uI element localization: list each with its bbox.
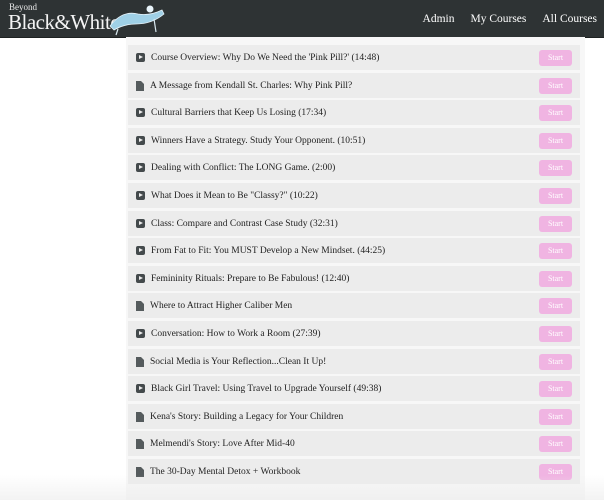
top-navigation-bar: Beyond Black&White Admin My Courses All … <box>0 0 604 38</box>
play-icon <box>136 136 145 145</box>
start-button[interactable]: Start <box>539 187 572 204</box>
lesson-title[interactable]: Dealing with Conflict: The LONG Game. (2… <box>151 163 539 173</box>
lesson-title[interactable]: Black Girl Travel: Using Travel to Upgra… <box>151 384 539 394</box>
start-button[interactable]: Start <box>539 270 572 287</box>
logo-wordmark: Black&White <box>8 10 120 34</box>
lesson-row[interactable]: Femininity Rituals: Prepare to Be Fabulo… <box>128 266 580 291</box>
lesson-title[interactable]: Kena's Story: Building a Legacy for Your… <box>150 412 539 422</box>
start-button[interactable]: Start <box>539 435 572 452</box>
document-icon <box>136 411 144 422</box>
nav-my-courses[interactable]: My Courses <box>470 13 526 25</box>
start-button[interactable]: Start <box>539 325 572 342</box>
lesson-title[interactable]: Class: Compare and Contrast Case Study (… <box>151 219 539 229</box>
site-logo[interactable]: Beyond Black&White <box>6 2 166 36</box>
start-button[interactable]: Start <box>539 242 572 259</box>
lesson-title[interactable]: Melmendi's Story: Love After Mid-40 <box>150 439 539 449</box>
lesson-title[interactable]: Conversation: How to Work a Room (27:39) <box>151 329 539 339</box>
lesson-title[interactable]: From Fat to Fit: You MUST Develop a New … <box>151 246 539 256</box>
start-button[interactable]: Start <box>539 132 572 149</box>
play-icon <box>136 384 145 393</box>
main-nav: Admin My Courses All Courses <box>423 0 597 37</box>
lesson-title[interactable]: Social Media is Your Reflection...Clean … <box>150 357 539 367</box>
start-button[interactable]: Start <box>539 380 572 397</box>
start-button[interactable]: Start <box>539 297 572 314</box>
play-icon <box>136 163 145 172</box>
lesson-row[interactable]: The 30-Day Mental Detox + Workbook Start <box>128 459 580 484</box>
lesson-row[interactable]: Where to Attract Higher Caliber Men Start <box>128 293 580 318</box>
lesson-row[interactable]: Winners Have a Strategy. Study Your Oppo… <box>128 128 580 153</box>
lesson-title[interactable]: The 30-Day Mental Detox + Workbook <box>150 467 539 477</box>
start-button[interactable]: Start <box>539 159 572 176</box>
document-icon <box>136 466 144 477</box>
play-icon <box>136 53 145 62</box>
start-button[interactable]: Start <box>539 463 572 480</box>
lesson-title[interactable]: Femininity Rituals: Prepare to Be Fabulo… <box>151 274 539 284</box>
start-button[interactable]: Start <box>539 104 572 121</box>
lesson-row[interactable]: Social Media is Your Reflection...Clean … <box>128 349 580 374</box>
play-icon <box>136 191 145 200</box>
lesson-row[interactable]: Dealing with Conflict: The LONG Game. (2… <box>128 155 580 180</box>
lounge-chair-icon <box>109 5 165 36</box>
play-icon <box>136 329 145 338</box>
document-icon <box>136 80 144 91</box>
lesson-row[interactable]: Course Overview: Why Do We Need the 'Pin… <box>128 45 580 70</box>
lesson-row[interactable]: Melmendi's Story: Love After Mid-40 Start <box>128 431 580 456</box>
lesson-row[interactable]: Kena's Story: Building a Legacy for Your… <box>128 404 580 429</box>
start-button[interactable]: Start <box>539 408 572 425</box>
document-icon <box>136 300 144 311</box>
lesson-row[interactable]: A Message from Kendall St. Charles: Why … <box>128 73 580 98</box>
play-icon <box>136 246 145 255</box>
play-icon <box>136 274 145 283</box>
start-button[interactable]: Start <box>539 215 572 232</box>
start-button[interactable]: Start <box>539 353 572 370</box>
lesson-row[interactable]: Cultural Barriers that Keep Us Losing (1… <box>128 100 580 125</box>
lesson-title[interactable]: A Message from Kendall St. Charles: Why … <box>150 81 539 91</box>
document-icon <box>136 438 144 449</box>
lesson-row[interactable]: What Does it Mean to Be "Classy?" (10:22… <box>128 183 580 208</box>
lesson-row[interactable]: From Fat to Fit: You MUST Develop a New … <box>128 238 580 263</box>
lesson-title[interactable]: Where to Attract Higher Caliber Men <box>150 301 539 311</box>
nav-admin[interactable]: Admin <box>423 13 455 25</box>
play-icon <box>136 108 145 117</box>
lesson-title[interactable]: What Does it Mean to Be "Classy?" (10:22… <box>151 191 539 201</box>
play-icon <box>136 219 145 228</box>
lesson-row[interactable]: Black Girl Travel: Using Travel to Upgra… <box>128 376 580 401</box>
start-button[interactable]: Start <box>539 77 572 94</box>
lesson-row[interactable]: Class: Compare and Contrast Case Study (… <box>128 211 580 236</box>
lesson-title[interactable]: Course Overview: Why Do We Need the 'Pin… <box>151 53 539 63</box>
lesson-title[interactable]: Winners Have a Strategy. Study Your Oppo… <box>151 136 539 146</box>
lesson-row[interactable]: Conversation: How to Work a Room (27:39)… <box>128 321 580 346</box>
start-button[interactable]: Start <box>539 49 572 66</box>
document-icon <box>136 356 144 367</box>
nav-all-courses[interactable]: All Courses <box>542 13 597 25</box>
lesson-title[interactable]: Cultural Barriers that Keep Us Losing (1… <box>151 108 539 118</box>
